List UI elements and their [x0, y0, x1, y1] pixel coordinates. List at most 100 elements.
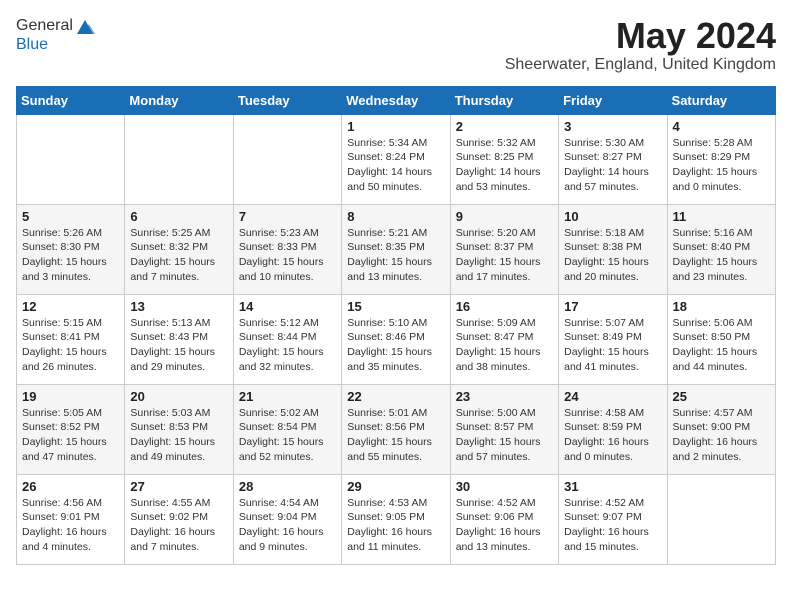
- calendar-week-row: 19 Sunrise: 5:05 AMSunset: 8:52 PMDaylig…: [17, 384, 776, 474]
- day-number: 16: [456, 299, 553, 314]
- table-row: 17 Sunrise: 5:07 AMSunset: 8:49 PMDaylig…: [559, 294, 667, 384]
- logo-general-text: General: [16, 17, 73, 35]
- table-row: 4 Sunrise: 5:28 AMSunset: 8:29 PMDayligh…: [667, 114, 775, 204]
- table-row: [17, 114, 125, 204]
- day-number: 30: [456, 479, 553, 494]
- day-number: 9: [456, 209, 553, 224]
- day-number: 13: [130, 299, 227, 314]
- day-detail: Sunrise: 4:52 AMSunset: 9:06 PMDaylight:…: [456, 496, 553, 555]
- table-row: [667, 474, 775, 564]
- day-number: 10: [564, 209, 661, 224]
- day-number: 2: [456, 119, 553, 134]
- table-row: 12 Sunrise: 5:15 AMSunset: 8:41 PMDaylig…: [17, 294, 125, 384]
- day-detail: Sunrise: 5:30 AMSunset: 8:27 PMDaylight:…: [564, 136, 661, 195]
- table-row: 23 Sunrise: 5:00 AMSunset: 8:57 PMDaylig…: [450, 384, 558, 474]
- day-detail: Sunrise: 4:54 AMSunset: 9:04 PMDaylight:…: [239, 496, 336, 555]
- location-text: Sheerwater, England, United Kingdom: [505, 56, 776, 74]
- col-monday: Monday: [125, 86, 233, 114]
- table-row: 3 Sunrise: 5:30 AMSunset: 8:27 PMDayligh…: [559, 114, 667, 204]
- table-row: 5 Sunrise: 5:26 AMSunset: 8:30 PMDayligh…: [17, 204, 125, 294]
- day-detail: Sunrise: 4:55 AMSunset: 9:02 PMDaylight:…: [130, 496, 227, 555]
- title-block: May 2024 Sheerwater, England, United Kin…: [505, 16, 776, 74]
- table-row: 21 Sunrise: 5:02 AMSunset: 8:54 PMDaylig…: [233, 384, 341, 474]
- table-row: 19 Sunrise: 5:05 AMSunset: 8:52 PMDaylig…: [17, 384, 125, 474]
- day-detail: Sunrise: 5:28 AMSunset: 8:29 PMDaylight:…: [673, 136, 770, 195]
- day-detail: Sunrise: 4:56 AMSunset: 9:01 PMDaylight:…: [22, 496, 119, 555]
- day-detail: Sunrise: 5:34 AMSunset: 8:24 PMDaylight:…: [347, 136, 444, 195]
- table-row: 24 Sunrise: 4:58 AMSunset: 8:59 PMDaylig…: [559, 384, 667, 474]
- day-detail: Sunrise: 5:16 AMSunset: 8:40 PMDaylight:…: [673, 226, 770, 285]
- day-number: 17: [564, 299, 661, 314]
- day-detail: Sunrise: 5:03 AMSunset: 8:53 PMDaylight:…: [130, 406, 227, 465]
- day-detail: Sunrise: 5:21 AMSunset: 8:35 PMDaylight:…: [347, 226, 444, 285]
- table-row: 15 Sunrise: 5:10 AMSunset: 8:46 PMDaylig…: [342, 294, 450, 384]
- col-friday: Friday: [559, 86, 667, 114]
- day-detail: Sunrise: 5:32 AMSunset: 8:25 PMDaylight:…: [456, 136, 553, 195]
- day-number: 3: [564, 119, 661, 134]
- day-detail: Sunrise: 5:13 AMSunset: 8:43 PMDaylight:…: [130, 316, 227, 375]
- day-number: 4: [673, 119, 770, 134]
- day-number: 1: [347, 119, 444, 134]
- day-detail: Sunrise: 5:25 AMSunset: 8:32 PMDaylight:…: [130, 226, 227, 285]
- day-detail: Sunrise: 5:23 AMSunset: 8:33 PMDaylight:…: [239, 226, 336, 285]
- day-number: 27: [130, 479, 227, 494]
- col-wednesday: Wednesday: [342, 86, 450, 114]
- calendar-week-row: 5 Sunrise: 5:26 AMSunset: 8:30 PMDayligh…: [17, 204, 776, 294]
- day-detail: Sunrise: 5:15 AMSunset: 8:41 PMDaylight:…: [22, 316, 119, 375]
- day-number: 7: [239, 209, 336, 224]
- day-number: 22: [347, 389, 444, 404]
- col-thursday: Thursday: [450, 86, 558, 114]
- day-number: 23: [456, 389, 553, 404]
- table-row: 10 Sunrise: 5:18 AMSunset: 8:38 PMDaylig…: [559, 204, 667, 294]
- table-row: 7 Sunrise: 5:23 AMSunset: 8:33 PMDayligh…: [233, 204, 341, 294]
- day-detail: Sunrise: 4:52 AMSunset: 9:07 PMDaylight:…: [564, 496, 661, 555]
- table-row: 30 Sunrise: 4:52 AMSunset: 9:06 PMDaylig…: [450, 474, 558, 564]
- table-row: 13 Sunrise: 5:13 AMSunset: 8:43 PMDaylig…: [125, 294, 233, 384]
- day-number: 31: [564, 479, 661, 494]
- col-saturday: Saturday: [667, 86, 775, 114]
- table-row: 18 Sunrise: 5:06 AMSunset: 8:50 PMDaylig…: [667, 294, 775, 384]
- table-row: 28 Sunrise: 4:54 AMSunset: 9:04 PMDaylig…: [233, 474, 341, 564]
- table-row: 2 Sunrise: 5:32 AMSunset: 8:25 PMDayligh…: [450, 114, 558, 204]
- day-detail: Sunrise: 5:01 AMSunset: 8:56 PMDaylight:…: [347, 406, 444, 465]
- day-number: 15: [347, 299, 444, 314]
- day-number: 18: [673, 299, 770, 314]
- table-row: [125, 114, 233, 204]
- day-number: 6: [130, 209, 227, 224]
- day-number: 21: [239, 389, 336, 404]
- table-row: [233, 114, 341, 204]
- table-row: 8 Sunrise: 5:21 AMSunset: 8:35 PMDayligh…: [342, 204, 450, 294]
- calendar-week-row: 1 Sunrise: 5:34 AMSunset: 8:24 PMDayligh…: [17, 114, 776, 204]
- day-detail: Sunrise: 4:58 AMSunset: 8:59 PMDaylight:…: [564, 406, 661, 465]
- day-number: 24: [564, 389, 661, 404]
- day-number: 28: [239, 479, 336, 494]
- day-detail: Sunrise: 5:06 AMSunset: 8:50 PMDaylight:…: [673, 316, 770, 375]
- day-number: 20: [130, 389, 227, 404]
- day-detail: Sunrise: 4:53 AMSunset: 9:05 PMDaylight:…: [347, 496, 444, 555]
- table-row: 29 Sunrise: 4:53 AMSunset: 9:05 PMDaylig…: [342, 474, 450, 564]
- day-detail: Sunrise: 5:02 AMSunset: 8:54 PMDaylight:…: [239, 406, 336, 465]
- logo-icon: [75, 16, 95, 36]
- day-number: 19: [22, 389, 119, 404]
- table-row: 22 Sunrise: 5:01 AMSunset: 8:56 PMDaylig…: [342, 384, 450, 474]
- day-detail: Sunrise: 5:20 AMSunset: 8:37 PMDaylight:…: [456, 226, 553, 285]
- day-detail: Sunrise: 5:07 AMSunset: 8:49 PMDaylight:…: [564, 316, 661, 375]
- calendar-week-row: 12 Sunrise: 5:15 AMSunset: 8:41 PMDaylig…: [17, 294, 776, 384]
- calendar-table: Sunday Monday Tuesday Wednesday Thursday…: [16, 86, 776, 565]
- day-detail: Sunrise: 5:18 AMSunset: 8:38 PMDaylight:…: [564, 226, 661, 285]
- table-row: 27 Sunrise: 4:55 AMSunset: 9:02 PMDaylig…: [125, 474, 233, 564]
- day-number: 11: [673, 209, 770, 224]
- day-number: 12: [22, 299, 119, 314]
- day-detail: Sunrise: 4:57 AMSunset: 9:00 PMDaylight:…: [673, 406, 770, 465]
- calendar-header-row: Sunday Monday Tuesday Wednesday Thursday…: [17, 86, 776, 114]
- col-sunday: Sunday: [17, 86, 125, 114]
- table-row: 11 Sunrise: 5:16 AMSunset: 8:40 PMDaylig…: [667, 204, 775, 294]
- col-tuesday: Tuesday: [233, 86, 341, 114]
- table-row: 25 Sunrise: 4:57 AMSunset: 9:00 PMDaylig…: [667, 384, 775, 474]
- table-row: 6 Sunrise: 5:25 AMSunset: 8:32 PMDayligh…: [125, 204, 233, 294]
- day-detail: Sunrise: 5:05 AMSunset: 8:52 PMDaylight:…: [22, 406, 119, 465]
- day-number: 14: [239, 299, 336, 314]
- day-detail: Sunrise: 5:00 AMSunset: 8:57 PMDaylight:…: [456, 406, 553, 465]
- calendar-week-row: 26 Sunrise: 4:56 AMSunset: 9:01 PMDaylig…: [17, 474, 776, 564]
- table-row: 26 Sunrise: 4:56 AMSunset: 9:01 PMDaylig…: [17, 474, 125, 564]
